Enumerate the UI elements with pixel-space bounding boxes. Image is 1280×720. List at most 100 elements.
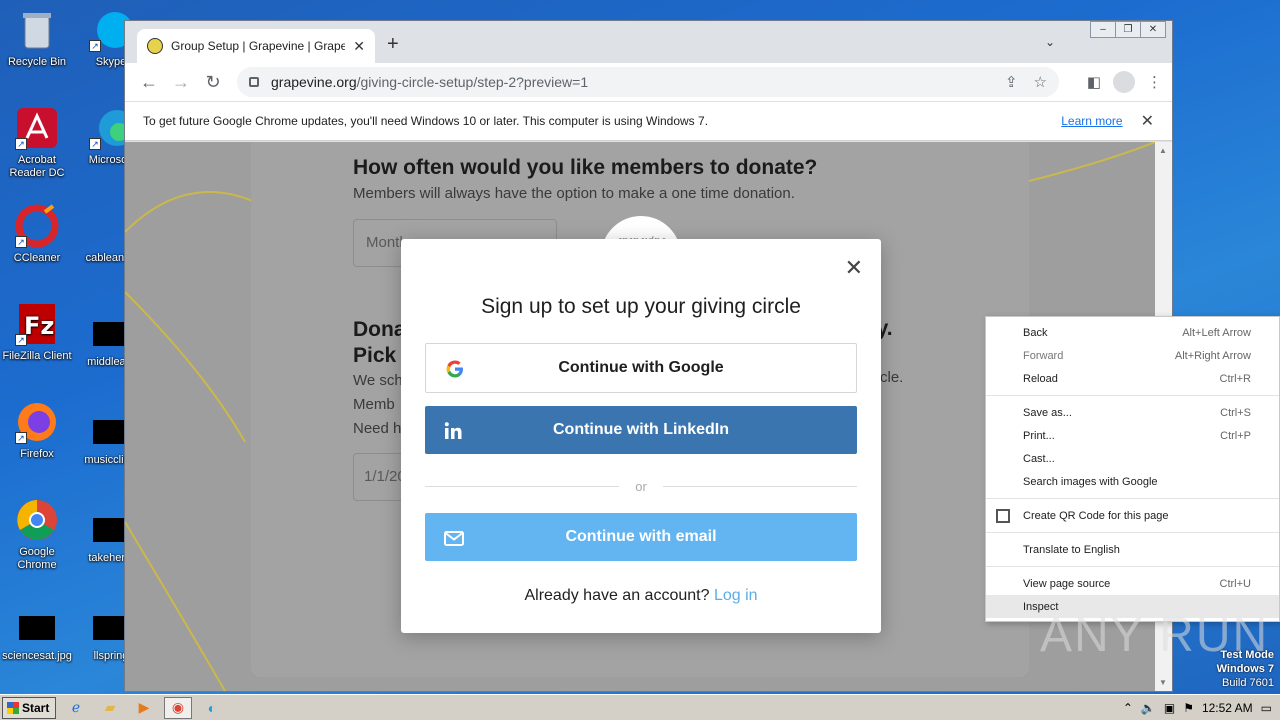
new-tab-icon[interactable]: +: [387, 33, 399, 56]
minimize-icon[interactable]: –: [1090, 21, 1116, 38]
desktop-icon-label: sciencesat.jpg: [2, 650, 72, 662]
continue-email-label: Continue with email: [565, 528, 717, 545]
browser-toolbar: ← → ↻ grapevine.org/giving-circle-setup/…: [125, 63, 1172, 101]
share-icon[interactable]: ⇪: [1005, 73, 1018, 91]
side-panel-icon[interactable]: ◧: [1087, 73, 1101, 91]
acrobat-icon: ↗: [15, 106, 59, 150]
svg-text:Fz: Fz: [24, 312, 54, 340]
tab-title: Group Setup | Grapevine | Grapevine: [171, 39, 346, 53]
forward-icon[interactable]: →: [165, 72, 197, 93]
test-mode-notice: Test Mode Windows 7 Build 7601: [1216, 649, 1274, 689]
learn-more-link[interactable]: Learn more: [1061, 114, 1122, 128]
continue-linkedin-label: Continue with LinkedIn: [553, 421, 729, 438]
desktop-icon-recycle-bin[interactable]: Recycle Bin: [0, 8, 74, 69]
scroll-up-icon[interactable]: ▲: [1159, 146, 1167, 155]
desktop-icon-label: Recycle Bin: [7, 56, 67, 68]
taskbar-media[interactable]: ▶: [130, 697, 158, 719]
context-menu: Back Alt+Left Arrow Forward Alt+Right Arro…: [985, 316, 1280, 622]
filezilla-icon: Fz ↗: [15, 302, 59, 346]
taskbar-ie[interactable]: ℯ: [62, 697, 90, 719]
donate-frequency-heading: How often would you like members to dona…: [353, 156, 818, 179]
ctx-search-images[interactable]: Search images with Google: [986, 470, 1279, 493]
profile-avatar-icon[interactable]: [1113, 71, 1135, 93]
windows-flag-icon: [7, 701, 19, 714]
desktop-icon-acrobat[interactable]: ↗ Acrobat Reader DC: [0, 106, 74, 180]
action-center-flag-icon[interactable]: ⚑: [1183, 701, 1194, 715]
bookmark-star-icon[interactable]: ☆: [1034, 73, 1047, 91]
ctx-back[interactable]: Back Alt+Left Arrow: [986, 321, 1279, 344]
back-icon[interactable]: ←: [133, 72, 165, 93]
close-window-icon[interactable]: ✕: [1140, 21, 1166, 38]
firefox-icon: ↗: [15, 400, 59, 444]
ctx-separator: [986, 498, 1279, 499]
continue-google-label: Continue with Google: [558, 359, 724, 376]
ctx-forward[interactable]: Forward Alt+Right Arrow: [986, 344, 1279, 367]
continue-linkedin-button[interactable]: Continue with LinkedIn: [425, 406, 857, 454]
browser-tab[interactable]: Group Setup | Grapevine | Grapevine ✕: [137, 29, 375, 63]
clock[interactable]: 12:52 AM: [1202, 701, 1253, 715]
envelope-icon: [444, 531, 464, 546]
date-input[interactable]: 1/1/20: [353, 453, 406, 501]
ctx-separator: [986, 395, 1279, 396]
ctx-save-as[interactable]: Save as... Ctrl+S: [986, 401, 1279, 424]
desktop-icon-label: Skype: [95, 56, 127, 68]
toolbar-right: ◧ ⋮: [1087, 71, 1162, 93]
url-text: grapevine.org/giving-circle-setup/step-2…: [271, 74, 589, 90]
ctx-create-qr[interactable]: Create QR Code for this page: [986, 504, 1279, 527]
lock-icon: [249, 77, 259, 87]
image-file-icon: [19, 616, 55, 640]
desktop-icon-filezilla[interactable]: Fz ↗ FileZilla Client: [0, 302, 74, 363]
scroll-down-icon[interactable]: ▼: [1159, 678, 1167, 687]
ctx-reload[interactable]: Reload Ctrl+R: [986, 367, 1279, 390]
volume-icon[interactable]: 🔈: [1141, 701, 1156, 715]
restore-icon[interactable]: ❐: [1115, 21, 1141, 38]
taskbar-chrome[interactable]: ◉: [164, 696, 192, 719]
ctx-separator: [986, 532, 1279, 533]
recycle-bin-icon: [15, 8, 59, 52]
chrome-icon: [15, 498, 59, 542]
desktop-icon-label: Google Chrome: [17, 546, 57, 571]
grapevine-favicon-icon: [147, 38, 163, 54]
chrome-icon: ◉: [171, 699, 185, 715]
reload-icon[interactable]: ↻: [197, 72, 229, 93]
desktop-icon-label: FileZilla Client: [2, 350, 72, 362]
infobar-message: To get future Google Chrome updates, you…: [143, 114, 709, 128]
ctx-view-source[interactable]: View page source Ctrl+U: [986, 572, 1279, 595]
start-button[interactable]: Start: [2, 696, 56, 719]
desktop-icon-chrome[interactable]: Google Chrome: [0, 498, 74, 572]
modal-close-icon[interactable]: ✕: [845, 255, 863, 281]
menu-kebab-icon[interactable]: ⋮: [1147, 73, 1162, 91]
update-infobar: To get future Google Chrome updates, you…: [125, 101, 1172, 141]
continue-google-button[interactable]: Continue with Google: [425, 343, 857, 393]
taskbar-edge[interactable]: ◐: [198, 697, 226, 719]
folder-icon: ▰: [104, 699, 116, 715]
google-icon: [446, 360, 463, 378]
internet-explorer-icon: ℯ: [71, 699, 81, 715]
infobar-close-icon[interactable]: ✕: [1141, 111, 1154, 131]
ctx-print[interactable]: Print... Ctrl+P: [986, 424, 1279, 447]
desktop-icon-label: Acrobat Reader DC: [9, 154, 65, 179]
ccleaner-icon: ↗: [15, 204, 59, 248]
desktop-icon-label: CCleaner: [13, 252, 61, 264]
linkedin-icon: [444, 422, 462, 439]
desktop-icon-sciencesat[interactable]: sciencesat.jpg: [0, 606, 74, 663]
close-tab-icon[interactable]: ✕: [353, 38, 365, 55]
ctx-cast[interactable]: Cast...: [986, 447, 1279, 470]
login-prompt: Already have an account? Log in: [524, 587, 758, 604]
show-desktop-icon[interactable]: ▭: [1261, 701, 1272, 715]
modal-title: Sign up to set up your giving circle: [481, 295, 801, 318]
address-bar[interactable]: grapevine.org/giving-circle-setup/step-2…: [237, 67, 1059, 97]
ctx-translate[interactable]: Translate to English: [986, 538, 1279, 561]
taskbar-explorer[interactable]: ▰: [96, 697, 124, 719]
desktop-icon-ccleaner[interactable]: ↗ CCleaner: [0, 204, 74, 265]
donation-date-body: We sch Memb Need h: [353, 372, 403, 437]
signup-modal: ✕ Sign up to set up your giving circle C…: [401, 239, 881, 633]
login-link[interactable]: Log in: [714, 587, 758, 604]
desktop-icon-firefox[interactable]: ↗ Firefox: [0, 400, 74, 461]
network-icon[interactable]: ▣: [1164, 701, 1175, 715]
donation-date-heading: Dona Pick: [353, 318, 406, 367]
continue-email-button[interactable]: Continue with email: [425, 513, 857, 561]
tab-search-chevron-icon[interactable]: ⌄: [1045, 35, 1055, 49]
edge-icon: ◐: [207, 699, 217, 716]
tray-expand-icon[interactable]: ⌃: [1123, 701, 1133, 715]
